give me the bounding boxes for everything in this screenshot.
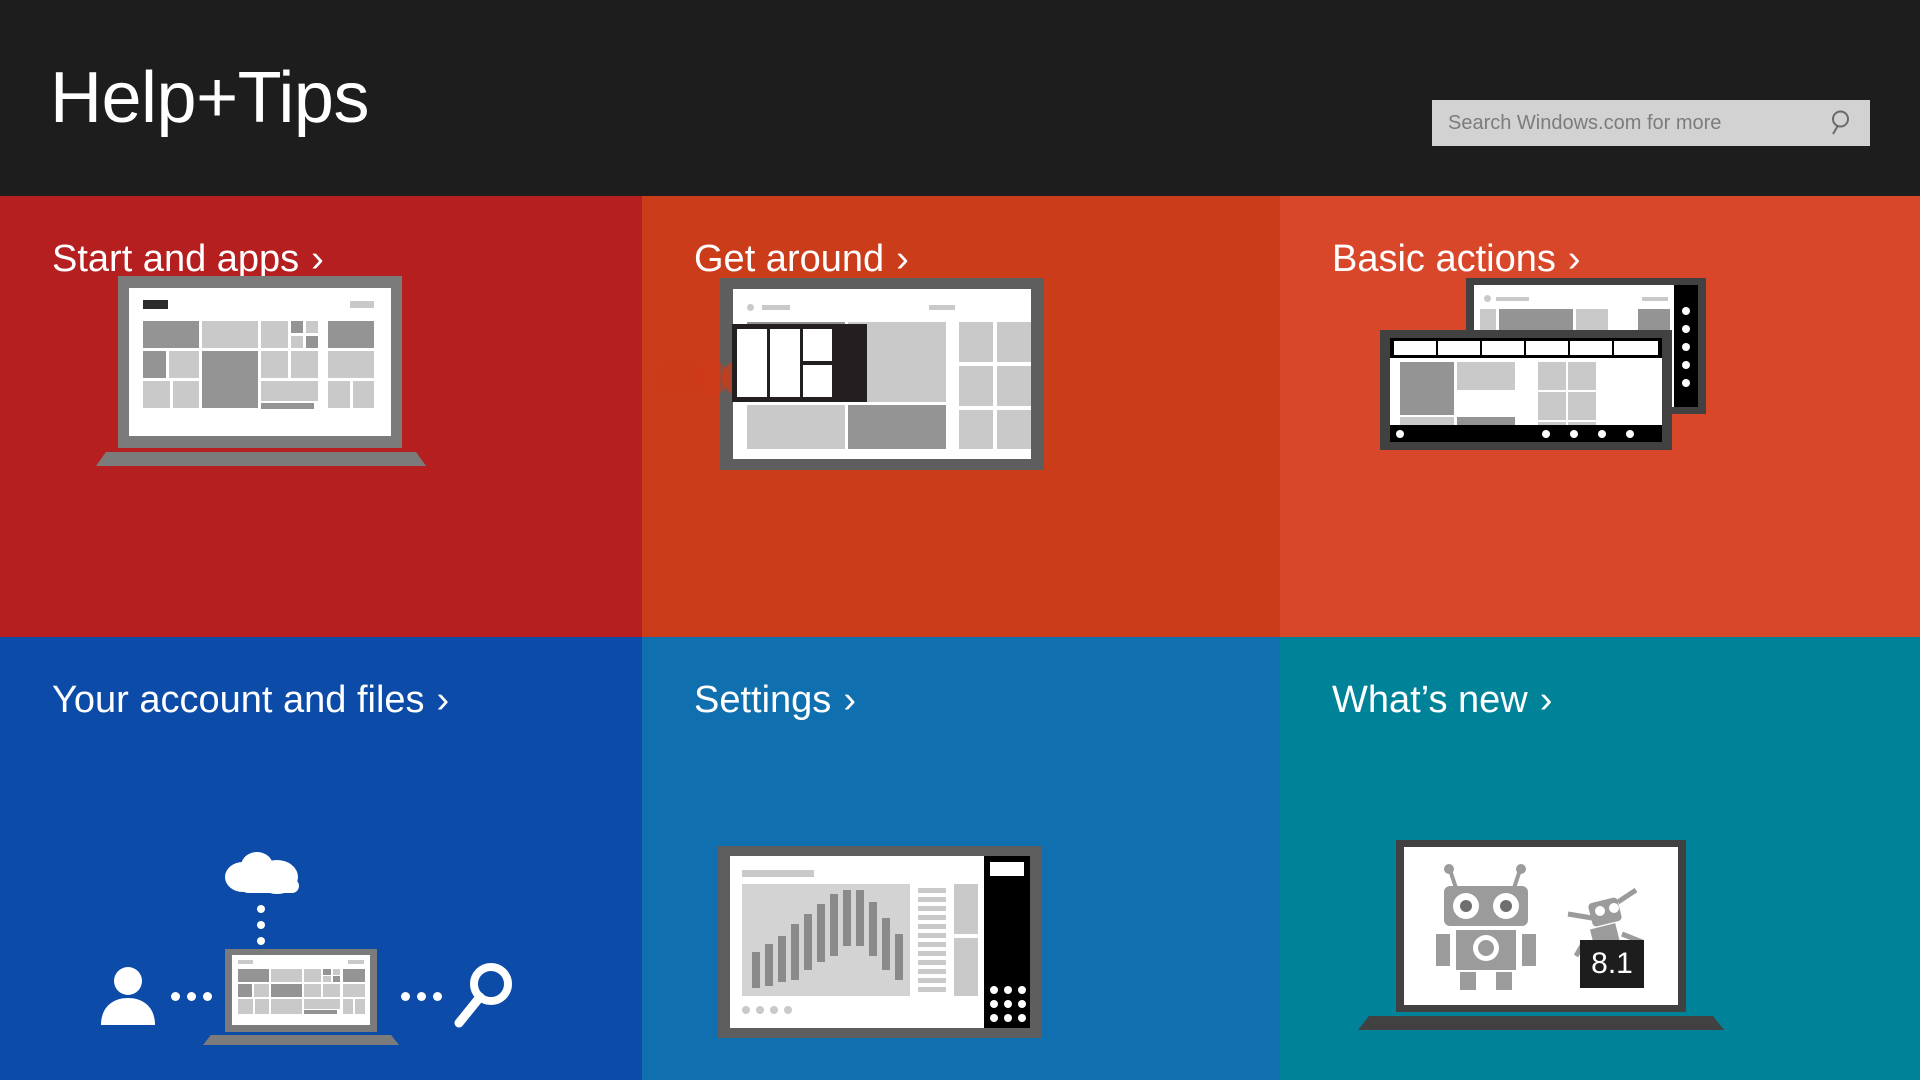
tile-get-around[interactable]: Get around › bbox=[642, 196, 1280, 637]
chevron-right-icon: › bbox=[311, 238, 324, 280]
chevron-right-icon: › bbox=[843, 679, 856, 721]
app-header: Help+Tips bbox=[0, 0, 1920, 196]
search-icon[interactable] bbox=[1828, 108, 1858, 138]
chevron-right-icon: › bbox=[1567, 238, 1581, 280]
illustration-monitor-swipe bbox=[642, 278, 1280, 478]
tile-start-and-apps-title: Start and apps › bbox=[52, 240, 324, 278]
illustration-two-tablets bbox=[1380, 278, 1920, 478]
chevron-right-icon: › bbox=[896, 238, 909, 280]
tile-get-around-title: Get around › bbox=[694, 240, 909, 278]
tile-basic-actions-label: Basic actions bbox=[1332, 238, 1556, 280]
version-badge: 8.1 bbox=[1580, 940, 1644, 988]
tiles-grid: Start and apps › Get around › Basic acti… bbox=[0, 196, 1920, 1080]
chevron-right-icon: › bbox=[1539, 679, 1553, 721]
cloud-icon bbox=[225, 852, 299, 894]
tile-whats-new[interactable]: What’s new › 8.1 bbox=[1280, 637, 1920, 1080]
illustration-laptop-start-screen bbox=[96, 276, 448, 476]
search-box[interactable] bbox=[1432, 100, 1870, 146]
illustration-tablet-settings-chart bbox=[718, 846, 1118, 1046]
illustration-laptop-robots: 8.1 bbox=[1352, 840, 1752, 1050]
tile-basic-actions-title: Basic actions › bbox=[1332, 240, 1581, 278]
tile-settings-label: Settings bbox=[694, 679, 832, 721]
tile-get-around-label: Get around bbox=[694, 238, 885, 280]
robot-icon bbox=[1436, 864, 1536, 990]
tile-start-and-apps[interactable]: Start and apps › bbox=[0, 196, 642, 637]
magnifier-icon bbox=[454, 963, 512, 1028]
tile-your-account-and-files-title: Your account and files › bbox=[52, 681, 449, 719]
tile-settings[interactable]: Settings › bbox=[642, 637, 1280, 1080]
illustration-cloud-person-laptop-search bbox=[85, 849, 545, 1069]
chevron-right-icon: › bbox=[436, 679, 450, 721]
page-title: Help+Tips bbox=[50, 58, 369, 138]
search-input[interactable] bbox=[1432, 100, 1822, 146]
tile-basic-actions[interactable]: Basic actions › bbox=[1280, 196, 1920, 637]
person-icon bbox=[101, 967, 155, 1025]
help-tips-app: Help+Tips Start and apps › bbox=[0, 0, 1920, 1080]
tile-whats-new-title: What’s new › bbox=[1332, 681, 1552, 719]
tile-start-and-apps-label: Start and apps bbox=[52, 238, 300, 280]
tile-your-account-and-files-label: Your account and files bbox=[52, 679, 425, 721]
tile-your-account-and-files[interactable]: Your account and files › bbox=[0, 637, 642, 1080]
tile-whats-new-label: What’s new bbox=[1332, 679, 1528, 721]
tile-settings-title: Settings › bbox=[694, 681, 856, 719]
